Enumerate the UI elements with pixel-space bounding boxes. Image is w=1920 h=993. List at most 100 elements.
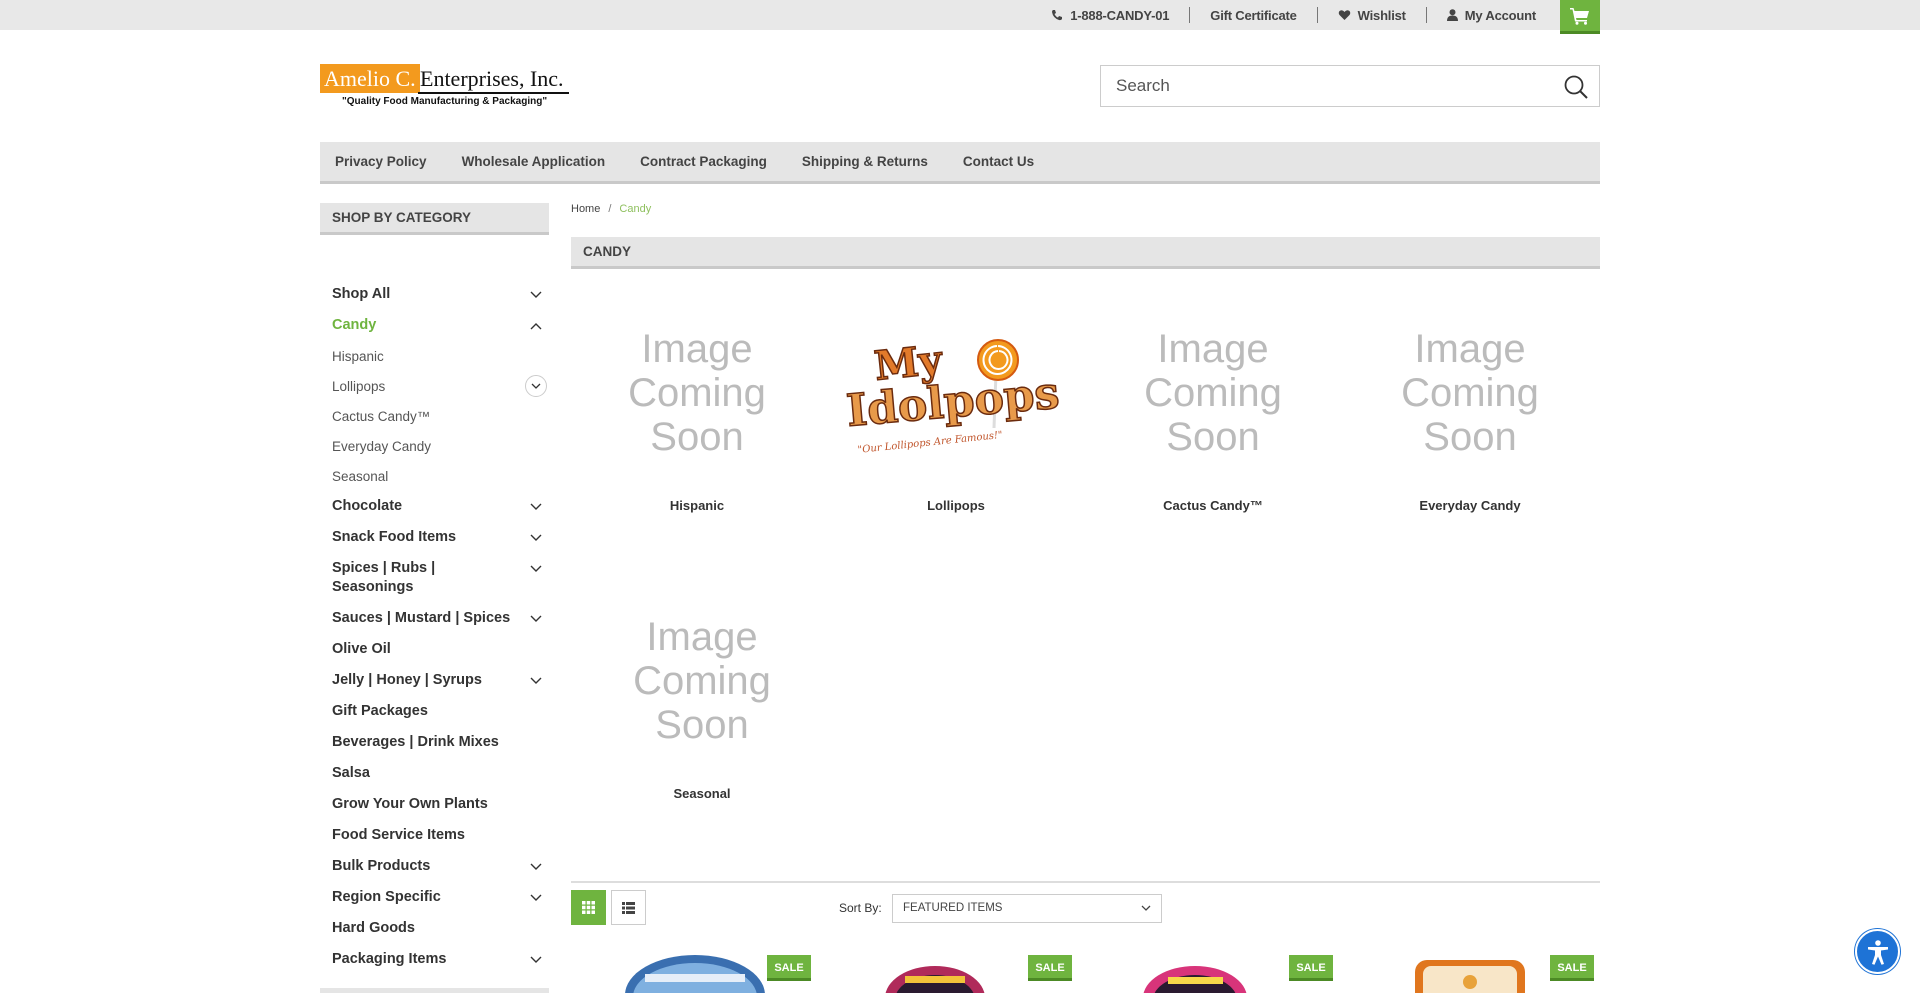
sidebar-item-bulk-products[interactable]: Bulk Products: [332, 857, 430, 876]
chevron-down-icon[interactable]: [525, 949, 547, 971]
chevron-down-icon[interactable]: [525, 527, 547, 549]
sidebar-item-food-service[interactable]: Food Service Items: [332, 826, 465, 845]
gift-certificate-link[interactable]: Gift Certificate: [1189, 7, 1316, 23]
search-box: [1100, 65, 1600, 107]
search-icon[interactable]: [1563, 74, 1589, 100]
wishlist-link[interactable]: Wishlist: [1316, 7, 1426, 23]
sidebar-item-hard-goods[interactable]: Hard Goods: [332, 919, 415, 938]
sidebar-item-snack-food[interactable]: Snack Food Items: [332, 528, 456, 547]
chevron-down-icon[interactable]: [525, 887, 547, 909]
subcategory-name[interactable]: Everyday Candy: [1345, 498, 1595, 513]
phone-icon: [1052, 10, 1063, 21]
chevron-down-icon[interactable]: [525, 375, 547, 397]
chevron-down-icon[interactable]: [525, 856, 547, 878]
chevron-down-icon: [1141, 905, 1151, 911]
my-idolpops-logo: My Idolpops "Our Lollipops Are Famous!": [831, 305, 1081, 480]
nav-wholesale-application[interactable]: Wholesale Application: [462, 154, 606, 169]
phone-link[interactable]: 1-888-CANDY-01: [1031, 7, 1189, 23]
subcategory-lollipops[interactable]: My Idolpops "Our Lollipops Are Famous!" …: [831, 305, 1081, 513]
sidebar-item-jelly[interactable]: Jelly | Honey | Syrups: [332, 671, 482, 690]
subcategory-hispanic[interactable]: Image Coming Soon Hispanic: [572, 305, 822, 514]
sidebar-item-grow-plants[interactable]: Grow Your Own Plants: [332, 795, 488, 814]
sale-badge: SALE: [1028, 955, 1072, 981]
sidebar-subitem-lollipops[interactable]: Lollipops: [332, 377, 385, 396]
product-card[interactable]: [1390, 950, 1550, 993]
sidebar-item-chocolate[interactable]: Chocolate: [332, 497, 402, 516]
subcategory-everyday-candy[interactable]: Image Coming Soon Everyday Candy: [1345, 305, 1595, 514]
chevron-up-icon[interactable]: [525, 315, 547, 337]
list-icon: [622, 901, 635, 914]
image-coming-soon: Image Coming Soon: [1144, 326, 1282, 459]
logo-amelio: Amelio C.: [320, 64, 420, 93]
sort-by-label: Sort By:: [839, 901, 882, 915]
heart-icon: [1338, 10, 1350, 20]
cart-button[interactable]: [1560, 0, 1600, 34]
logo-enterprises: Enterprises, Inc.: [420, 66, 564, 91]
sidebar-item-shop-all[interactable]: Shop All: [332, 285, 390, 304]
logo-underline: [418, 92, 569, 94]
sale-badge: SALE: [1550, 955, 1594, 981]
sidebar-item-spices[interactable]: Spices | Rubs | Seasonings: [332, 559, 502, 597]
subcategory-name[interactable]: Seasonal: [577, 786, 827, 801]
sidebar-item-candy[interactable]: Candy: [332, 316, 376, 335]
page-title: CANDY: [571, 237, 1600, 269]
nav-shipping-returns[interactable]: Shipping & Returns: [802, 154, 928, 169]
sidebar-subitem-seasonal[interactable]: Seasonal: [332, 467, 388, 486]
product-card[interactable]: [620, 950, 780, 993]
shopping-cart-icon: [1570, 7, 1589, 25]
product-card[interactable]: [1120, 950, 1280, 993]
chevron-down-icon[interactable]: [525, 608, 547, 630]
subcategory-name[interactable]: Cactus Candy™: [1088, 498, 1338, 513]
subcategory-cactus-candy[interactable]: Image Coming Soon Cactus Candy™: [1088, 305, 1338, 514]
sale-badge: SALE: [1289, 955, 1333, 981]
subcategory-name[interactable]: Lollipops: [831, 498, 1081, 513]
nav-contact-us[interactable]: Contact Us: [963, 154, 1034, 169]
sidebar-heading: SHOP BY CATEGORY: [320, 203, 549, 235]
chevron-down-icon[interactable]: [525, 558, 547, 580]
sidebar-item-olive-oil[interactable]: Olive Oil: [332, 640, 391, 659]
site-logo[interactable]: Amelio C. Enterprises, Inc. "Quality Foo…: [320, 64, 570, 110]
sale-badge: SALE: [767, 955, 811, 981]
search-input[interactable]: [1101, 66, 1541, 106]
chevron-down-icon[interactable]: [525, 284, 547, 306]
user-icon: [1446, 9, 1458, 21]
my-account-link[interactable]: My Account: [1425, 7, 1556, 23]
accessibility-icon: [1867, 939, 1888, 965]
my-account-label: My Account: [1464, 7, 1536, 23]
sidebar-next-section: [320, 988, 549, 993]
logo-tagline: "Quality Food Manufacturing & Packaging": [342, 96, 548, 107]
category-sidebar: SHOP BY CATEGORY Shop All Candy Hispanic…: [320, 203, 549, 967]
accessibility-button[interactable]: [1855, 929, 1900, 974]
image-coming-soon: Image Coming Soon: [1401, 326, 1539, 459]
breadcrumb: Home / Candy: [571, 203, 651, 215]
breadcrumb-current: Candy: [619, 203, 652, 215]
breadcrumb-separator: /: [608, 203, 612, 215]
top-utility-bar: 1-888-CANDY-01 Gift Certificate Wishlist…: [0, 0, 1920, 34]
sidebar-subitem-hispanic[interactable]: Hispanic: [332, 347, 384, 366]
sort-by-select[interactable]: FEATURED ITEMS: [892, 894, 1162, 923]
list-view-button[interactable]: [611, 890, 646, 925]
phone-number: 1-888-CANDY-01: [1070, 7, 1170, 23]
sidebar-item-packaging[interactable]: Packaging Items: [332, 950, 446, 969]
main-navigation: Privacy Policy Wholesale Application Con…: [320, 142, 1600, 184]
nav-privacy-policy[interactable]: Privacy Policy: [335, 154, 427, 169]
chevron-down-icon[interactable]: [525, 496, 547, 518]
sidebar-item-salsa[interactable]: Salsa: [332, 764, 370, 783]
sidebar-item-sauces[interactable]: Sauces | Mustard | Spices: [332, 609, 510, 628]
grid-icon: [582, 901, 595, 914]
sort-selected-value: FEATURED ITEMS: [903, 902, 1003, 914]
breadcrumb-home[interactable]: Home: [571, 203, 600, 215]
subcategory-name[interactable]: Hispanic: [572, 498, 822, 513]
image-coming-soon: Image Coming Soon: [628, 326, 766, 459]
chevron-down-icon[interactable]: [525, 670, 547, 692]
sidebar-item-beverages[interactable]: Beverages | Drink Mixes: [332, 733, 499, 752]
nav-contract-packaging[interactable]: Contract Packaging: [640, 154, 767, 169]
sidebar-subitem-cactus-candy[interactable]: Cactus Candy™: [332, 407, 430, 426]
grid-view-button[interactable]: [571, 890, 606, 925]
product-card[interactable]: [860, 950, 1020, 993]
image-coming-soon: Image Coming Soon: [633, 614, 771, 747]
sidebar-item-gift-packages[interactable]: Gift Packages: [332, 702, 428, 721]
subcategory-seasonal[interactable]: Image Coming Soon Seasonal: [577, 593, 827, 802]
sidebar-item-region-specific[interactable]: Region Specific: [332, 888, 441, 907]
sidebar-subitem-everyday-candy[interactable]: Everyday Candy: [332, 437, 431, 456]
